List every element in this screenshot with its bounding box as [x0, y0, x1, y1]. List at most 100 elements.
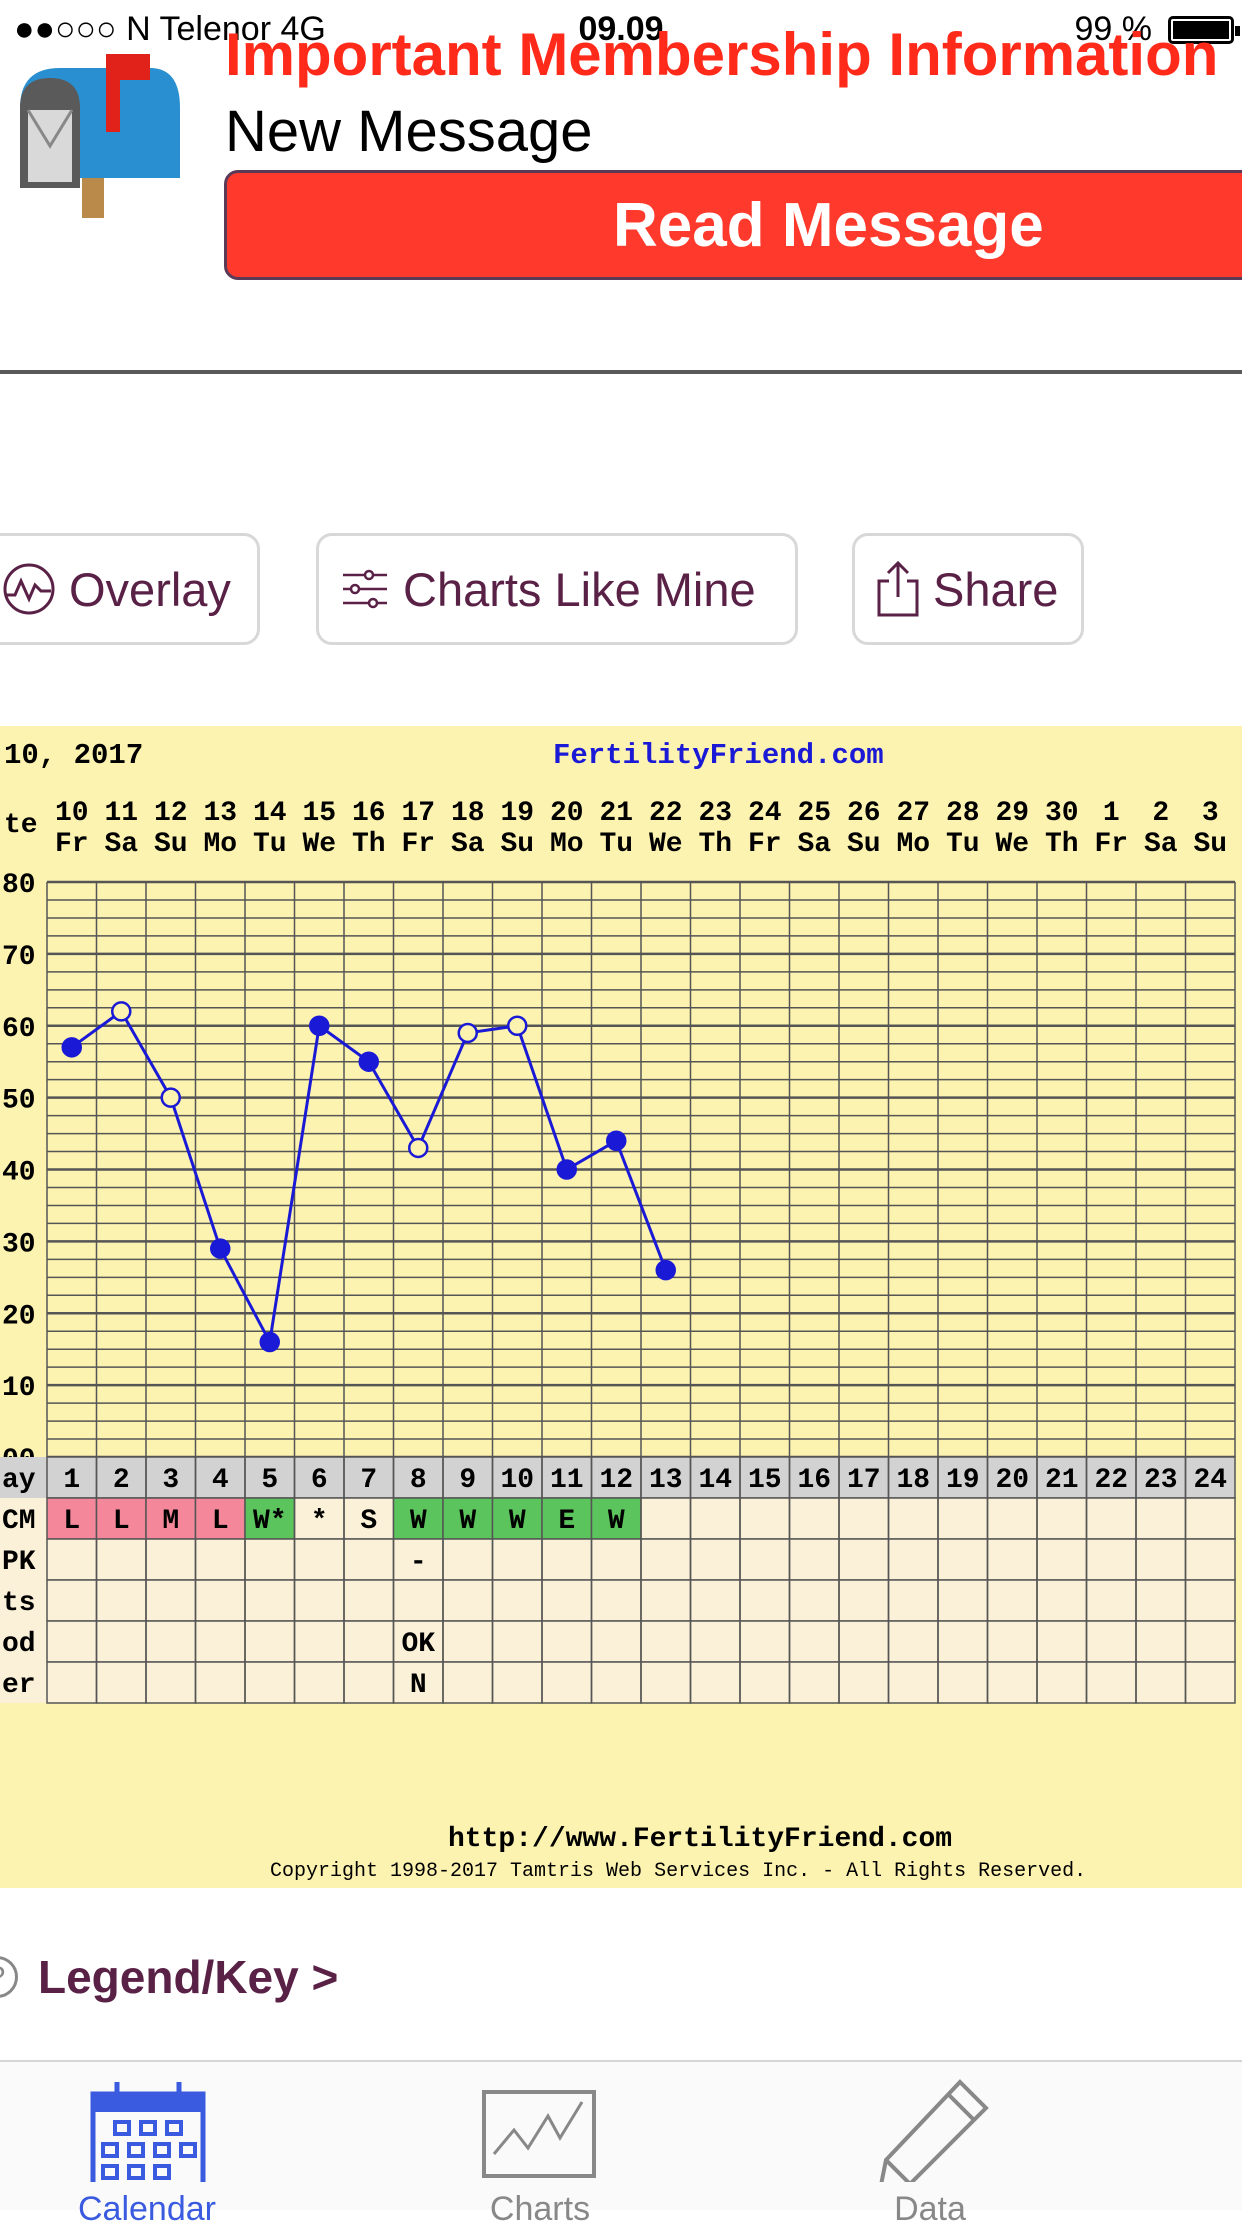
pencil-icon: [877, 2079, 989, 2193]
date-label: 13: [203, 798, 237, 829]
help-icon: ?: [0, 1956, 18, 1998]
weekday-label: Mo: [203, 829, 237, 860]
table-row-label: er: [2, 1670, 36, 1701]
cell-value: 4: [212, 1465, 229, 1496]
tab-calendar-label: Calendar: [78, 2190, 216, 2228]
date-label: 16: [352, 798, 386, 829]
weekday-label: Fr: [748, 829, 782, 860]
share-button[interactable]: Share: [852, 533, 1084, 645]
table-row-label: od: [2, 1629, 36, 1660]
legend-label: Legend/Key >: [38, 1951, 339, 2003]
weekday-label: Sa: [451, 829, 485, 860]
weekday-label: Su: [1193, 829, 1227, 860]
date-label: 19: [500, 798, 534, 829]
cell-value: L: [212, 1506, 229, 1537]
weekday-label: We: [995, 829, 1029, 860]
cell-value: OK: [401, 1629, 435, 1660]
chart-date-title: 10, 2017: [4, 739, 143, 772]
cell-value: N: [410, 1670, 427, 1701]
weekday-label: Sa: [1144, 829, 1178, 860]
cell-value: W: [509, 1506, 526, 1537]
read-message-button[interactable]: Read Message: [224, 170, 1242, 280]
cell-value: 21: [1045, 1465, 1079, 1496]
temperature-point: [61, 1037, 82, 1058]
weekday-label: Tu: [599, 829, 633, 860]
date-label: 20: [550, 798, 584, 829]
fertility-chart: 10, 2017 FertilityFriend.com 80 70 60 50 40 3…: [0, 726, 1242, 1888]
tab-calendar[interactable]: Calendar: [17, 2072, 277, 2228]
cell-value: 19: [946, 1465, 980, 1496]
date-label: 24: [748, 798, 782, 829]
cell-value: 23: [1144, 1465, 1178, 1496]
table-row-label: CM: [2, 1506, 36, 1537]
table-row-bg: [0, 1539, 1235, 1580]
tab-charts-label: Charts: [489, 2190, 591, 2228]
cell-value: 3: [162, 1465, 179, 1496]
cell-value: 22: [1094, 1465, 1128, 1496]
cell-value: 13: [649, 1465, 683, 1496]
mailbox-icon: [20, 54, 180, 218]
cell-value: 12: [599, 1465, 633, 1496]
weekday-label: We: [649, 829, 683, 860]
date-label: 15: [302, 798, 336, 829]
weekday-label: Sa: [104, 829, 138, 860]
tab-charts[interactable]: Charts: [410, 2072, 670, 2228]
weekday-label: Th: [1045, 829, 1079, 860]
temperature-point: [358, 1051, 379, 1072]
temperature-point: [556, 1159, 577, 1180]
table-row-label: ay: [2, 1465, 36, 1496]
calendar-icon: [90, 2082, 206, 2193]
y-tick-label: 40: [2, 1158, 36, 1189]
date-label: 1: [1103, 798, 1120, 829]
chart-site-title: FertilityFriend.com: [553, 739, 884, 772]
sliders-icon: [343, 569, 387, 609]
overlay-button[interactable]: Overlay: [0, 533, 260, 645]
weekday-label: Tu: [253, 829, 287, 860]
temperature-point: [655, 1259, 676, 1281]
y-tick-label: 20: [2, 1301, 36, 1332]
table-row-label: ts: [2, 1588, 36, 1619]
temperature-point: [259, 1331, 280, 1353]
date-label: 29: [995, 798, 1029, 829]
tab-bar: Calendar Charts Data: [0, 2060, 1242, 2228]
tab-data-label: Data: [894, 2190, 966, 2228]
chart-svg: 10, 2017 FertilityFriend.com 80 70 60 50 40 3…: [0, 739, 1236, 1883]
date-label: 18: [451, 798, 485, 829]
date-label: 22: [649, 798, 683, 829]
cell-value: 17: [847, 1465, 881, 1496]
weekday-label: Th: [698, 829, 732, 860]
cell-value: W: [608, 1506, 625, 1537]
date-label: 27: [896, 798, 930, 829]
weekday-label: Fr: [401, 829, 435, 860]
cell-value: W: [410, 1506, 427, 1537]
date-label: 30: [1045, 798, 1079, 829]
table-row-bg: [0, 1662, 1235, 1703]
tab-data[interactable]: Data: [800, 2072, 1060, 2228]
cell-value: 18: [896, 1465, 930, 1496]
header-row-label: te: [4, 810, 38, 841]
y-tick-label: 50: [2, 1086, 36, 1117]
overlay-icon: [3, 563, 55, 615]
share-icon: [877, 560, 919, 617]
cell-value: 5: [261, 1465, 278, 1496]
cell-value: 14: [698, 1465, 732, 1496]
divider: [0, 370, 1242, 374]
temperature-point: [111, 1001, 132, 1022]
y-tick-label: 30: [2, 1229, 36, 1260]
cell-value: 20: [995, 1465, 1029, 1496]
chart-footer-url: http://www.FertilityFriend.com: [448, 1824, 952, 1855]
date-label: 12: [154, 798, 188, 829]
date-label: 26: [847, 798, 881, 829]
temperature-point: [210, 1238, 231, 1259]
table-row-bg: [0, 1621, 1235, 1662]
charts-like-mine-button[interactable]: Charts Like Mine: [316, 533, 798, 645]
weekday-label: Mo: [896, 829, 930, 860]
weekday-label: Su: [154, 829, 188, 860]
y-tick-label: 80: [2, 870, 36, 901]
date-label: 28: [946, 798, 980, 829]
share-label: Share: [933, 562, 1059, 616]
weekday-label: Mo: [550, 829, 584, 860]
y-tick-label: 10: [2, 1373, 36, 1404]
date-label: 14: [253, 798, 287, 829]
cell-value: 8: [410, 1465, 427, 1496]
